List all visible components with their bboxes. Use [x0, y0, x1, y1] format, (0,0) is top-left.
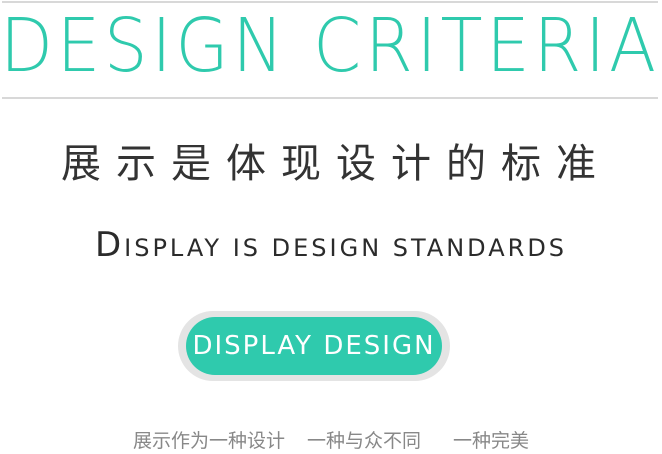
bottom-divider [2, 97, 658, 99]
display-design-button[interactable]: DISPLAY DESIGN [186, 317, 442, 375]
english-subheading-initial: D [94, 225, 125, 265]
chinese-heading: 展示是体现设计的标准 [61, 141, 611, 187]
english-subheading-rest: isplay is design standards [124, 234, 568, 262]
tagline-part-2: 一种与众不同 [306, 430, 421, 452]
english-subheading: Display is design standards [0, 224, 662, 269]
tagline: 展示作为一种设计 一种与众不同 一种完美 [0, 428, 662, 454]
hero-title: DESIGN CRITERIA [0, 3, 660, 89]
tagline-part-1: 展示作为一种设计 [132, 430, 285, 452]
tagline-part-3: 一种完美 [453, 430, 530, 452]
